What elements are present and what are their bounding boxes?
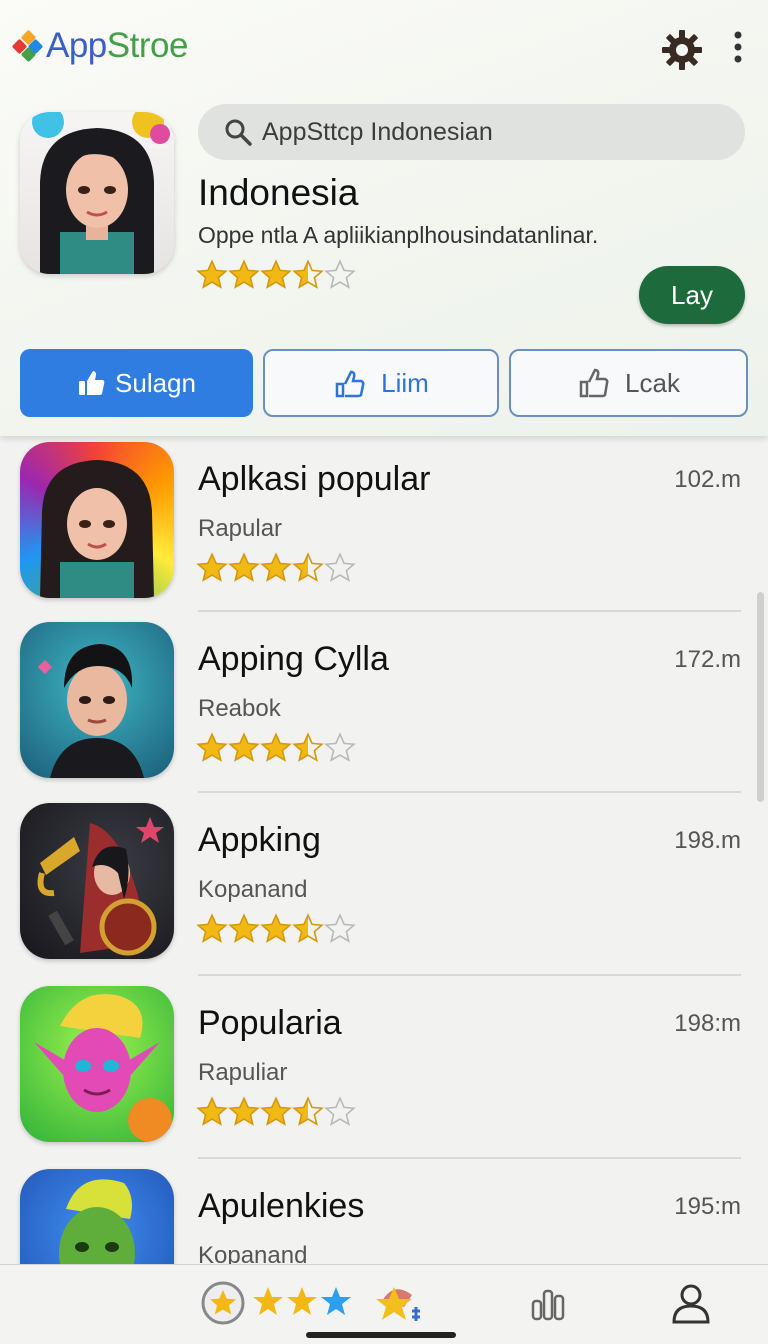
rated-star-icon [201, 1281, 245, 1325]
more-options-button[interactable] [724, 28, 752, 72]
nav-featured-button[interactable] [374, 1277, 422, 1329]
list-item[interactable]: Aplkasi popular Rapular 102.m [0, 440, 768, 622]
featured-action-button[interactable]: Lay [639, 266, 745, 324]
tab-lcak[interactable]: Lcak [509, 349, 748, 417]
search-input[interactable]: AppSttcp Indonesian [262, 118, 493, 147]
featured-title: Indonesia [198, 172, 359, 213]
tab-liim[interactable]: Liim [263, 349, 499, 417]
app-size: 195:m [674, 1193, 741, 1220]
app-name: Appking [198, 821, 321, 859]
star-icon [292, 732, 324, 762]
charts-icon [531, 1289, 565, 1321]
avatar-woman-icon [32, 112, 170, 274]
star-icon [324, 913, 356, 943]
divider [198, 974, 741, 976]
star-icon [324, 552, 356, 582]
tab-label: Liim [381, 367, 429, 398]
tab-label: Sulagn [115, 367, 196, 398]
settings-button[interactable] [660, 28, 704, 72]
gear-icon [662, 30, 702, 70]
star-icon [228, 552, 260, 582]
avatar-man-teal-icon [20, 622, 174, 778]
nav-stars-button[interactable] [252, 1277, 356, 1329]
app-list[interactable]: Aplkasi popular Rapular 102.m Apping Cyl… [0, 436, 768, 1266]
app-category: Rapuliar [198, 1059, 288, 1086]
search-icon [225, 119, 252, 146]
app-size: 198:m [674, 1010, 741, 1037]
app-rating-stars [196, 732, 356, 762]
app-size: 102.m [674, 466, 741, 493]
thumbs-up-outline-icon [579, 368, 609, 398]
featured-rating-stars [196, 259, 356, 289]
app-size: 172.m [674, 646, 741, 673]
tab-label: Lcak [625, 367, 680, 398]
star-icon [196, 1096, 228, 1126]
featured-star-icon [376, 1287, 420, 1321]
list-item[interactable]: Apping Cylla Reabok 172.m [0, 620, 768, 802]
star-icon [292, 1096, 324, 1126]
star-icon [260, 732, 292, 762]
app-category: Kopanand [198, 876, 308, 903]
app-category: Kopanand [198, 1242, 308, 1266]
scrollbar[interactable] [757, 592, 764, 802]
star-icon [260, 552, 292, 582]
logo-text: AppStroe [46, 26, 188, 66]
star-icon [324, 259, 356, 289]
app-name: Apulenkies [198, 1187, 365, 1225]
app-size: 198.m [674, 827, 741, 854]
avatar-green-orc-icon [20, 1169, 174, 1266]
star-icon [324, 732, 356, 762]
avatar-pink-elf-icon [20, 986, 174, 1142]
star-icon [228, 259, 260, 289]
app-rating-stars [196, 1096, 356, 1126]
app-name: Popularia [198, 1004, 342, 1042]
star-icon [292, 552, 324, 582]
logo-text-part2: Stroe [106, 26, 189, 65]
star-icon [196, 732, 228, 762]
stars-icon [253, 1287, 351, 1315]
profile-icon [672, 1284, 710, 1324]
app-logo[interactable]: AppStroe [11, 26, 188, 66]
app-category: Reabok [198, 695, 281, 722]
app-rating-stars [196, 552, 356, 582]
star-icon [292, 913, 324, 943]
logo-text-part1: App [46, 26, 107, 65]
divider [198, 791, 741, 793]
star-icon [228, 1096, 260, 1126]
tab-sulagn[interactable]: Sulagn [20, 349, 253, 417]
star-icon [260, 1096, 292, 1126]
nav-charts-button[interactable] [530, 1277, 570, 1329]
star-icon [196, 552, 228, 582]
star-icon [324, 1096, 356, 1126]
app-name: Apping Cylla [198, 640, 389, 678]
divider [198, 610, 741, 612]
star-icon [196, 259, 228, 289]
app-category: Rapular [198, 515, 283, 542]
app-name: Aplkasi popular [198, 460, 431, 498]
list-item[interactable]: Popularia Rapuliar 198:m [0, 984, 768, 1166]
list-item[interactable]: Appking Kopanand 198.m [0, 801, 768, 983]
game-warrior-icon [20, 803, 174, 959]
star-icon [228, 913, 260, 943]
star-icon [228, 732, 260, 762]
thumbs-up-outline-icon [335, 370, 365, 398]
home-indicator[interactable] [306, 1332, 456, 1338]
nav-rated-button[interactable] [200, 1277, 246, 1329]
featured-app-icon[interactable] [20, 112, 174, 274]
app-header: AppStroe AppSttcp Indonesian Indonesia O… [0, 0, 768, 436]
list-item[interactable]: Apulenkies Kopanand 195:m [0, 1167, 768, 1266]
avatar-woman-rainbow-icon [20, 442, 174, 598]
app-rating-stars [196, 913, 356, 943]
divider [198, 1157, 741, 1159]
more-vertical-icon [734, 31, 742, 63]
star-icon [196, 913, 228, 943]
logo-mark-icon [11, 29, 44, 63]
featured-description: Oppe ntla A apliikianplhousindatanlinar. [198, 222, 599, 248]
thumbs-up-icon [79, 371, 105, 395]
star-icon [292, 259, 324, 289]
nav-profile-button[interactable] [670, 1277, 712, 1329]
star-icon [260, 259, 292, 289]
search-bar[interactable]: AppSttcp Indonesian [198, 104, 745, 160]
star-icon [260, 913, 292, 943]
